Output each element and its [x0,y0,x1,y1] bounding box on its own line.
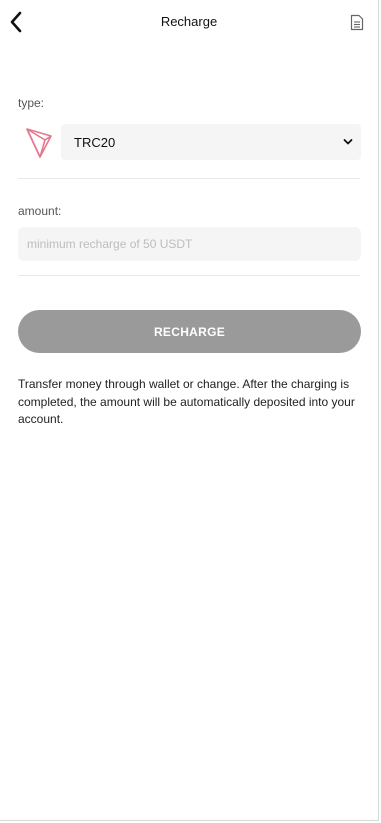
page-title: Recharge [160,14,218,29]
amount-input[interactable] [18,227,361,261]
recharge-button[interactable]: RECHARGE [18,310,361,353]
type-label: type: [18,96,45,110]
tron-icon [24,126,56,160]
divider [18,275,360,276]
chevron-down-icon [343,139,353,145]
amount-label: amount: [18,204,62,218]
type-select[interactable]: TRC20 [61,124,361,160]
info-text: Transfer money through wallet or change.… [18,377,355,426]
type-select-value: TRC20 [74,134,116,150]
header: Recharge [0,0,378,44]
records-button[interactable] [348,11,366,33]
document-icon [350,14,364,30]
divider [18,178,360,179]
